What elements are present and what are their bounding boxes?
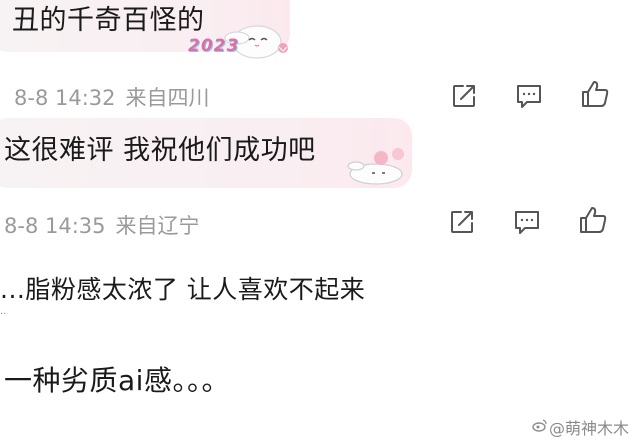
watermark: @萌神木木 <box>549 419 630 438</box>
comment-text: 丑的千奇百怪的 <box>12 5 205 36</box>
like-icon[interactable] <box>580 79 610 109</box>
comment-icon[interactable] <box>512 207 542 237</box>
comment-meta: 8-8 14:35 来自辽宁 <box>4 210 200 240</box>
bunny-sticker-icon <box>336 144 414 188</box>
share-icon[interactable] <box>449 81 479 111</box>
comment-location: 来自辽宁 <box>115 214 200 238</box>
comment-text: 这很难评 我祝他们成功吧 <box>4 135 316 166</box>
stray-mark: .. <box>0 306 7 317</box>
comment-time: 8-8 14:35 <box>4 214 106 238</box>
comment-location: 来自四川 <box>125 86 210 110</box>
like-icon[interactable] <box>578 205 608 235</box>
comment-meta: 8-8 14:32 来自四川 <box>14 82 210 112</box>
year-badge: 2023 <box>188 36 240 56</box>
comment-icon[interactable] <box>514 81 544 111</box>
post-text: 一种劣质ai感。。。 <box>4 364 230 397</box>
share-icon[interactable] <box>447 207 477 237</box>
post-text: ...脂粉感太浓了 让人喜欢不起来 <box>0 275 366 304</box>
comment-time: 8-8 14:32 <box>14 86 116 110</box>
weibo-logo-icon <box>532 417 548 433</box>
